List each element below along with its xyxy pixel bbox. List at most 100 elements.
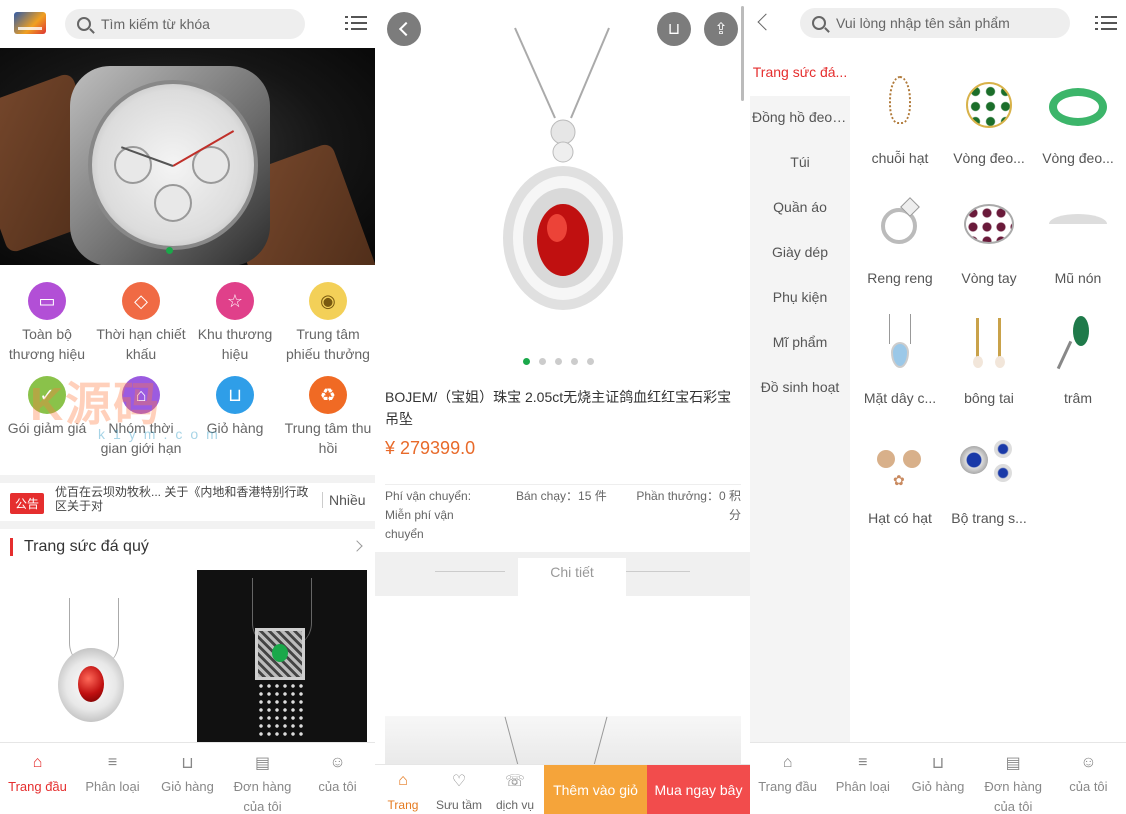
section-header[interactable]: Trang sức đá quý [0, 521, 375, 565]
category-item-watch[interactable]: Đồng hồ đeo t... [750, 96, 850, 138]
shipping-label: Phí vận chuyển: [385, 489, 472, 503]
grid-item[interactable]: bông tai [945, 310, 1033, 406]
watch-face-image [88, 80, 258, 250]
watermark-url: k1ym.com [98, 426, 226, 442]
tab-orders[interactable]: ▤ Đơn hàng của tôi [976, 743, 1051, 814]
tab-orders[interactable]: ▤ Đơn hàng của tôi [225, 743, 300, 814]
grid-item[interactable]: Vòng đeo... [945, 70, 1033, 166]
tiara-thumbnail [1043, 190, 1113, 270]
icon-coupon-center[interactable]: ◉ Trung tâm phiếu thưởng [281, 282, 375, 364]
order-icon: ▤ [254, 755, 271, 772]
tab-label: Đơn hàng của tôi [984, 779, 1043, 814]
jade-bangle-thumbnail [1043, 70, 1113, 150]
buy-now-button[interactable]: Mua ngay bây [647, 765, 750, 814]
back-button[interactable] [757, 13, 775, 31]
tab-category[interactable]: ≡ Phân loại [75, 743, 150, 814]
menu-icon[interactable] [1095, 14, 1117, 32]
cart-icon: ⊔ [667, 21, 681, 38]
user-icon: ☺ [329, 754, 346, 771]
grid-item-label: Vòng tay [961, 270, 1017, 286]
scrollbar[interactable] [741, 6, 744, 101]
share-button[interactable]: ⇪ [704, 12, 738, 46]
tab-category[interactable]: ≡ Phân loại [825, 743, 900, 814]
menu-icon[interactable] [345, 14, 367, 32]
tab-me[interactable]: ☺ của tôi [300, 743, 375, 814]
tab-home[interactable]: ⌂ Trang đầu [0, 743, 75, 814]
tab-cart[interactable]: ⊔ Giỏ hàng [900, 743, 975, 814]
icon-label: Thời hạn chiết khấu [96, 326, 186, 362]
back-button[interactable] [387, 12, 421, 46]
recycle-icon: ♻ [309, 376, 347, 414]
icon-all-brands[interactable]: ▭ Toàn bộ thương hiệu [0, 282, 94, 364]
icon-brand-zone[interactable]: ☆ Khu thương hiệu [188, 282, 282, 364]
detail-tab[interactable]: Chi tiết [518, 558, 626, 608]
brand-logo[interactable] [14, 12, 46, 34]
chat-icon: ☏ [505, 773, 526, 790]
product-price: ¥ 279399.0 [385, 438, 476, 458]
grid-item[interactable]: Vòng tay [945, 190, 1033, 286]
grid-item-label: Mặt dây c... [863, 390, 937, 406]
bottom-tab-bar: ⌂ Trang đầu ≡ Phân loại ⊔ Giỏ hàng ▤ Đơn… [0, 742, 375, 814]
category-item-clothes[interactable]: Quần áo [750, 185, 850, 229]
tab-cart[interactable]: ⊔ Giỏ hàng [150, 743, 225, 814]
search-icon [77, 17, 91, 31]
category-item-accessories[interactable]: Phụ kiện [750, 275, 850, 319]
cart-icon: ⊔ [181, 755, 194, 772]
grid-item[interactable]: Reng reng [856, 190, 944, 286]
product-info-row: Phí vận chuyển: Miễn phí vận chuyển Bán … [385, 484, 741, 544]
category-sidebar: Trang sức đá... Đồng hồ đeo t... Túi Quầ… [750, 48, 850, 742]
category-header: Vui lòng nhập tên sản phẩm [750, 0, 1126, 48]
notice-more-link[interactable]: Nhiều [322, 492, 366, 508]
list-icon: ≡ [858, 754, 868, 771]
grid-item[interactable]: Mũ nón [1034, 190, 1122, 286]
earrings-thumbnail [954, 310, 1024, 390]
tab-home[interactable]: ⌂ Trang đầu [750, 743, 825, 814]
grid-item[interactable]: trâm [1034, 310, 1122, 406]
notice-bar[interactable]: 公告 优百在云坝劝牧秋... 关于《内地和香港特别行政区关于对 Nhiều [0, 475, 375, 514]
grid-item-label: Vòng đeo... [1042, 150, 1114, 166]
shipping-info: Phí vận chuyển: Miễn phí vận chuyển [385, 487, 495, 544]
search-bar[interactable]: Vui lòng nhập tên sản phẩm [800, 8, 1070, 38]
product-detail-screen: ⊔ ⇪ BOJEM/（宝姐）珠宝 2.05ct无烧主证鸽血红红宝石彩宝吊坠 ¥ … [375, 0, 750, 814]
favorite-button[interactable]: ♡ Sưu tầm [431, 771, 487, 814]
service-button[interactable]: ☏ dịch vụ [487, 771, 543, 814]
category-item-shoes[interactable]: Giày dép [750, 230, 850, 274]
ruby-pendant-image [503, 27, 623, 310]
product-card[interactable] [197, 570, 367, 742]
category-item-cosmetics[interactable]: Mĩ phẩm [750, 320, 850, 364]
tab-home[interactable]: ⌂ Trang [375, 771, 431, 814]
home-icon: ⌂ [782, 754, 793, 771]
grid-item-label: Bộ trang s... [951, 510, 1027, 526]
icon-recycle-center[interactable]: ♻ Trung tâm thu hồi [281, 376, 375, 458]
notice-badge: 公告 [10, 493, 45, 514]
grid-item[interactable]: chuỗi hạt [856, 70, 944, 166]
grid-item[interactable]: Vòng đeo... [1034, 70, 1122, 166]
grid-item-label: Hạt có hạt [868, 510, 932, 526]
ruby-pendant-image [78, 666, 104, 702]
search-bar[interactable]: Tìm kiếm từ khóa [65, 9, 305, 39]
grid-item-label: Vòng đeo... [953, 150, 1025, 166]
purchase-bar: ⌂ Trang ♡ Sưu tầm ☏ dịch vụ Thêm vào giỏ… [375, 764, 750, 814]
tab-label: của tôi [1069, 779, 1108, 794]
category-item-bag[interactable]: Túi [750, 140, 850, 184]
category-screen: Vui lòng nhập tên sản phẩm Trang sức đá.… [750, 0, 1126, 814]
tab-me[interactable]: ☺ của tôi [1051, 743, 1126, 814]
jewelry-set-thumbnail [954, 430, 1024, 510]
add-to-cart-button[interactable]: Thêm vào giỏ [544, 765, 647, 814]
grid-item[interactable]: ✿ Hạt có hạt [856, 430, 944, 526]
product-card[interactable] [0, 570, 187, 742]
grid-item[interactable]: Mặt dây c... [856, 310, 944, 406]
home-header: Tìm kiếm từ khóa [0, 0, 375, 48]
category-item-jewelry[interactable]: Trang sức đá... [750, 48, 850, 96]
icon-discount-period[interactable]: ◇ Thời hạn chiết khấu [94, 282, 188, 364]
grid-item[interactable]: Bộ trang s... [945, 430, 1033, 526]
tab-label: Phân loại [85, 779, 140, 794]
tab-label: của tôi [318, 779, 357, 794]
tab-label: dịch vụ [495, 798, 535, 812]
product-title: BOJEM/（宝姐）珠宝 2.05ct无烧主证鸽血红红宝石彩宝吊坠 [385, 389, 732, 427]
category-item-daily[interactable]: Đồ sinh hoạt [750, 365, 850, 409]
product-image-carousel[interactable]: ⊔ ⇪ [375, 0, 750, 380]
shipping-value: Miễn phí vận chuyển [385, 508, 454, 541]
banner-carousel[interactable] [0, 48, 375, 265]
cart-button[interactable]: ⊔ [657, 12, 691, 46]
